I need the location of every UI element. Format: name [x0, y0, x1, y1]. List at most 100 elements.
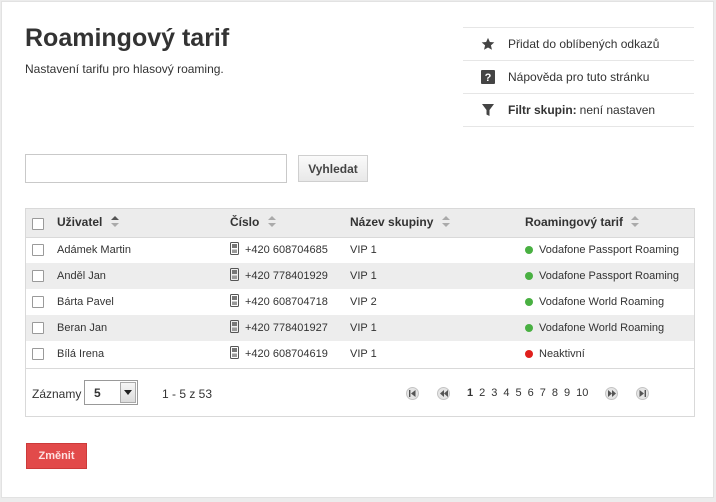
records-range: 1 - 5 z 53 [162, 387, 213, 401]
phone-number-cell: +420 778401927 [230, 315, 350, 341]
group-filter-label: Filtr skupin: [508, 103, 577, 117]
first-page-icon[interactable] [406, 386, 419, 400]
table-row[interactable]: Beran Jan +420 778401927 VIP 1 Vodafone … [26, 315, 694, 341]
phone-number: +420 608704718 [245, 295, 328, 308]
status-dot-icon [525, 324, 533, 333]
phone-number-cell: +420 608704718 [230, 289, 350, 315]
star-icon [480, 36, 496, 52]
add-to-favorites-link[interactable]: Přidat do oblíbených odkazů [463, 28, 694, 61]
chevron-down-icon[interactable] [120, 382, 136, 403]
status-dot-icon [525, 350, 533, 359]
row-checkbox[interactable] [32, 348, 44, 361]
phone-number-cell: +420 778401929 [230, 263, 350, 289]
column-header-number-label: Číslo [230, 215, 260, 230]
tariff-cell: Vodafone World Roaming [525, 289, 694, 315]
group-filter-value: není nastaven [579, 103, 656, 117]
page-link-4[interactable]: 4 [503, 387, 509, 399]
select-all-checkbox[interactable] [32, 217, 44, 230]
page-link-10[interactable]: 10 [576, 387, 588, 399]
tariff-name: Vodafone World Roaming [539, 296, 665, 308]
row-checkbox[interactable] [32, 244, 44, 257]
column-header-user[interactable]: Uživatel [57, 209, 230, 238]
phone-number: +420 778401927 [245, 321, 328, 334]
phone-icon [230, 294, 239, 310]
group-name: VIP 2 [350, 289, 525, 315]
row-checkbox[interactable] [32, 270, 44, 283]
tariff-cell: Vodafone Passport Roaming [525, 263, 694, 289]
user-name: Bárta Pavel [57, 289, 230, 315]
page-link-3[interactable]: 3 [491, 387, 497, 399]
page-link-6[interactable]: 6 [528, 387, 534, 399]
group-name: VIP 1 [350, 341, 525, 367]
row-checkbox[interactable] [32, 322, 44, 335]
page-link-1[interactable]: 1 [467, 387, 473, 399]
column-header-tariff[interactable]: Roamingový tarif [525, 209, 694, 238]
page-frame: Roamingový tarif Nastavení tarifu pro hl… [1, 1, 714, 498]
sort-icon [267, 216, 276, 230]
table-header-row: Uživatel Číslo Název skupiny Roamingový … [26, 209, 694, 238]
previous-page-icon[interactable] [437, 386, 450, 400]
column-header-number[interactable]: Číslo [230, 209, 350, 238]
table-row[interactable]: Bárta Pavel +420 608704718 VIP 2 Vodafon… [26, 289, 694, 315]
page-size-select[interactable]: 5 [84, 380, 138, 405]
tariff-cell: Vodafone World Roaming [525, 315, 694, 341]
user-name: Anděl Jan [57, 263, 230, 289]
status-dot-icon [525, 246, 533, 255]
last-page-icon[interactable] [636, 386, 650, 400]
table-row[interactable]: Bílá Irena +420 608704619 VIP 1 Neaktivn… [26, 341, 694, 367]
next-page-icon[interactable] [605, 386, 619, 400]
page-link-8[interactable]: 8 [552, 387, 558, 399]
user-name: Bílá Irena [57, 341, 230, 367]
phone-number: +420 608704685 [245, 244, 328, 257]
add-to-favorites-label: Přidat do oblíbených odkazů [508, 37, 660, 51]
records-label: Záznamy [32, 387, 82, 401]
column-header-group[interactable]: Název skupiny [350, 209, 525, 238]
users-table: Uživatel Číslo Název skupiny Roamingový … [25, 208, 695, 417]
phone-icon [230, 320, 239, 336]
page-help-link[interactable]: ? Nápověda pro tuto stránku [463, 61, 694, 94]
search-input[interactable] [25, 154, 287, 183]
page-link-7[interactable]: 7 [540, 387, 546, 399]
column-header-group-label: Název skupiny [350, 215, 434, 230]
tariff-name: Vodafone Passport Roaming [539, 270, 680, 282]
sort-icon [110, 216, 119, 230]
side-links: Přidat do oblíbených odkazů ? Nápověda p… [463, 27, 694, 127]
page-help-label: Nápověda pro tuto stránku [508, 70, 650, 84]
table-row[interactable]: Anděl Jan +420 778401929 VIP 1 Vodafone … [26, 263, 694, 289]
group-name: VIP 1 [350, 237, 525, 263]
svg-text:?: ? [485, 72, 492, 84]
group-name: VIP 1 [350, 315, 525, 341]
table-row[interactable]: Adámek Martin +420 608704685 VIP 1 Vodaf… [26, 237, 694, 263]
page-size-value: 5 [94, 386, 101, 400]
phone-number: +420 608704619 [245, 347, 328, 360]
user-name: Adámek Martin [57, 237, 230, 263]
filter-icon [480, 102, 496, 118]
tariff-cell: Neaktivní [525, 341, 694, 367]
sort-icon [631, 216, 640, 230]
search-button[interactable]: Vyhledat [298, 155, 368, 182]
row-checkbox[interactable] [32, 296, 44, 309]
phone-number-cell: +420 608704685 [230, 237, 350, 263]
tariff-cell: Vodafone Passport Roaming [525, 237, 694, 263]
question-icon: ? [480, 69, 496, 85]
phone-icon [230, 346, 239, 362]
page-link-9[interactable]: 9 [564, 387, 570, 399]
tariff-name: Vodafone Passport Roaming [539, 244, 680, 257]
status-dot-icon [525, 272, 533, 281]
page-link-5[interactable]: 5 [516, 387, 522, 399]
group-filter-link[interactable]: Filtr skupin: není nastaven [463, 94, 694, 127]
group-name: VIP 1 [350, 263, 525, 289]
status-dot-icon [525, 298, 533, 307]
sort-icon [441, 216, 450, 230]
tariff-name: Vodafone World Roaming [539, 322, 665, 334]
column-header-tariff-label: Roamingový tarif [525, 215, 624, 230]
page-subtitle: Nastavení tarifu pro hlasový roaming. [25, 62, 224, 76]
tariff-name: Neaktivní [539, 348, 585, 360]
user-name: Beran Jan [57, 315, 230, 341]
change-button[interactable]: Změnit [26, 443, 87, 469]
pagination: 1 2 3 4 5 6 7 8 9 10 [406, 385, 650, 401]
phone-number-cell: +420 608704619 [230, 341, 350, 367]
phone-icon [230, 268, 239, 284]
phone-icon [230, 242, 239, 258]
page-link-2[interactable]: 2 [479, 387, 485, 399]
